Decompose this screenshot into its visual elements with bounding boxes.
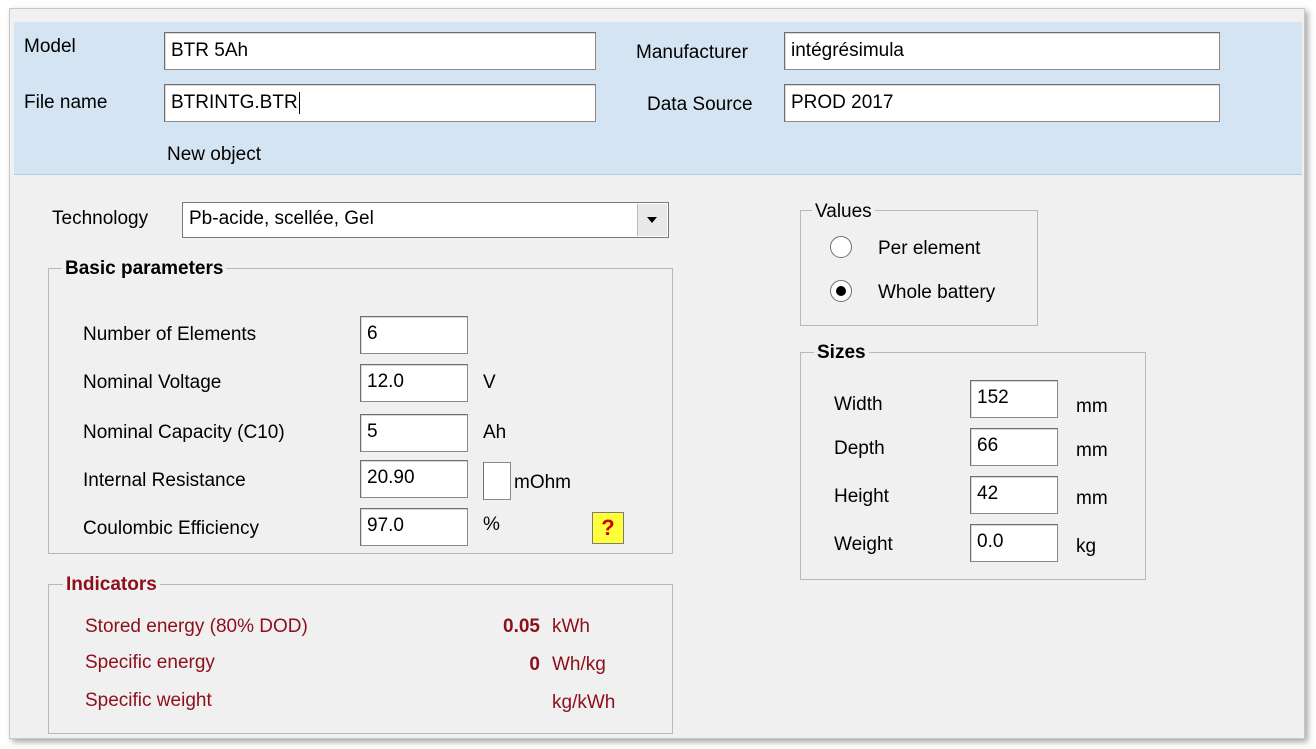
header-panel: Model BTR 5Ah File name BTRINTG.BTR New … <box>14 22 1302 175</box>
stored-energy-unit: kWh <box>552 616 590 637</box>
specific-energy-unit: Wh/kg <box>552 654 606 675</box>
specific-energy-label: Specific energy <box>85 652 215 673</box>
chevron-down-icon[interactable] <box>637 204 667 236</box>
nominal-voltage-unit: V <box>483 372 496 393</box>
height-input[interactable]: 42 <box>970 476 1058 514</box>
depth-label: Depth <box>834 438 885 459</box>
manufacturer-label: Manufacturer <box>636 42 748 63</box>
internal-resistance-unit: mOhm <box>514 472 571 493</box>
weight-unit: kg <box>1076 536 1097 557</box>
technology-selected: Pb-acide, scellée, Gel <box>189 208 374 229</box>
data-source-input[interactable]: PROD 2017 <box>784 84 1220 122</box>
file-name-value: BTRINTG.BTR <box>171 92 298 113</box>
status-text: New object <box>167 144 261 165</box>
model-input[interactable]: BTR 5Ah <box>164 32 596 70</box>
width-input[interactable]: 152 <box>970 380 1058 418</box>
width-unit: mm <box>1076 396 1108 417</box>
manufacturer-input[interactable]: intégrésimula <box>784 32 1220 70</box>
internal-resistance-input[interactable]: 20.90 <box>360 460 468 498</box>
specific-energy-value: 0 <box>529 654 540 675</box>
specific-weight-unit: kg/kWh <box>552 692 616 713</box>
depth-unit: mm <box>1076 440 1108 461</box>
technology-select[interactable]: Pb-acide, scellée, Gel <box>182 202 669 238</box>
weight-label: Weight <box>834 534 893 555</box>
coulombic-efficiency-label: Coulombic Efficiency <box>83 518 260 539</box>
depth-input[interactable]: 66 <box>970 428 1058 466</box>
nominal-voltage-label: Nominal Voltage <box>83 372 222 393</box>
per-element-radio[interactable] <box>830 236 852 258</box>
file-name-input[interactable]: BTRINTG.BTR <box>164 84 596 122</box>
file-name-label: File name <box>24 92 108 113</box>
nominal-capacity-unit: Ah <box>483 422 507 443</box>
data-source-label: Data Source <box>647 94 753 115</box>
weight-input[interactable]: 0.0 <box>970 524 1058 562</box>
values-title: Values <box>812 201 875 223</box>
technology-label: Technology <box>52 208 149 229</box>
sizes-title: Sizes <box>814 342 869 364</box>
nominal-voltage-input[interactable]: 12.0 <box>360 364 468 402</box>
height-unit: mm <box>1076 488 1108 509</box>
stored-energy-value: 0.05 <box>503 616 540 637</box>
whole-battery-label[interactable]: Whole battery <box>878 282 995 304</box>
model-label: Model <box>24 36 76 57</box>
height-label: Height <box>834 486 889 507</box>
internal-resistance-label: Internal Resistance <box>83 470 246 491</box>
coulombic-efficiency-input[interactable]: 97.0 <box>360 508 468 546</box>
indicators-title: Indicators <box>63 574 160 596</box>
specific-weight-label: Specific weight <box>85 690 212 711</box>
text-cursor <box>298 91 300 114</box>
nominal-capacity-label: Nominal Capacity (C10) <box>83 422 285 443</box>
coulombic-efficiency-unit: % <box>483 514 500 535</box>
width-label: Width <box>834 394 883 415</box>
resistance-unit-box <box>483 462 511 500</box>
values-group <box>800 210 1038 326</box>
help-icon[interactable]: ? <box>592 512 624 544</box>
basic-parameters-title: Basic parameters <box>62 258 227 280</box>
whole-battery-radio[interactable] <box>830 280 852 302</box>
number-of-elements-label: Number of Elements <box>83 324 257 345</box>
per-element-label[interactable]: Per element <box>878 238 980 260</box>
radio-selected-dot <box>836 286 846 296</box>
number-of-elements-input[interactable]: 6 <box>360 316 468 354</box>
nominal-capacity-input[interactable]: 5 <box>360 414 468 452</box>
stored-energy-label: Stored energy (80% DOD) <box>85 616 308 637</box>
